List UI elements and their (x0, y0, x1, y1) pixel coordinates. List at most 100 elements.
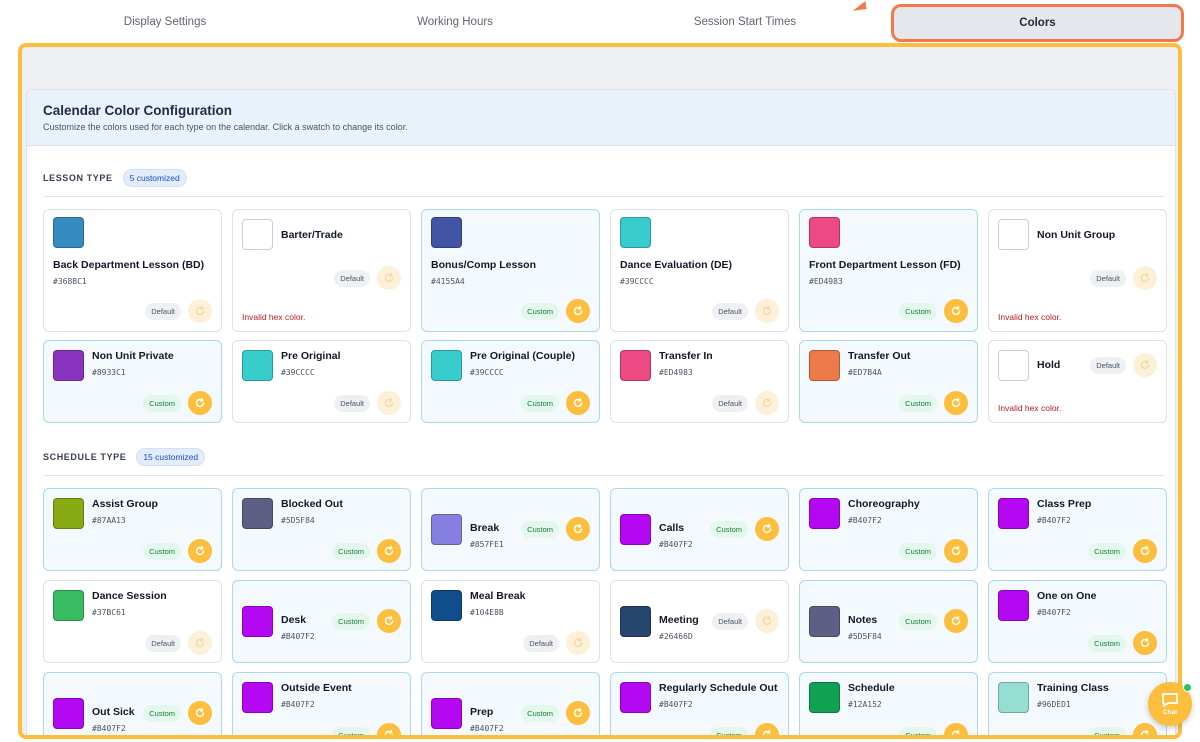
card-header: Calendar Color Configuration Customize t… (27, 90, 1175, 146)
color-swatch[interactable] (809, 498, 840, 529)
reset-button[interactable] (566, 701, 590, 725)
color-item-non-unit-group: Non Unit Group Invalid hex color. Default (988, 209, 1167, 332)
invalid-hex-message: Invalid hex color. (998, 312, 1062, 322)
color-swatch[interactable] (620, 217, 651, 248)
tab-display-settings[interactable]: Display Settings (20, 0, 310, 44)
reset-button[interactable] (755, 517, 779, 541)
color-swatch[interactable] (242, 219, 273, 250)
online-indicator (1183, 683, 1192, 692)
custom-badge: Custom (143, 705, 181, 722)
reset-button[interactable] (188, 701, 212, 725)
reset-icon (573, 707, 583, 718)
color-swatch[interactable] (431, 698, 462, 729)
reset-button[interactable] (377, 609, 401, 633)
reset-button[interactable] (377, 539, 401, 563)
color-swatch[interactable] (53, 590, 84, 621)
reset-button[interactable] (188, 539, 212, 563)
custom-badge: Custom (899, 727, 937, 735)
color-swatch[interactable] (998, 590, 1029, 621)
reset-button[interactable] (944, 723, 968, 735)
item-hex: #96DED1 (1037, 700, 1071, 709)
schedule-type-header: SCHEDULE TYPE 15 customized (43, 448, 206, 466)
color-swatch[interactable] (53, 217, 84, 248)
reset-button[interactable] (566, 391, 590, 415)
reset-icon (1140, 545, 1150, 556)
color-item-break: Break #857FE1 Custom (421, 488, 600, 571)
custom-badge: Custom (521, 395, 559, 412)
item-name: Back Department Lesson (BD) (53, 259, 205, 271)
color-swatch[interactable] (809, 606, 840, 637)
reset-icon (195, 637, 205, 648)
item-hex: #ED4983 (809, 277, 843, 286)
reset-button[interactable] (755, 723, 779, 735)
color-swatch[interactable] (431, 514, 462, 545)
reset-button[interactable] (566, 517, 590, 541)
item-name: Class Prep (1037, 498, 1092, 510)
reset-button[interactable] (944, 539, 968, 563)
tab-colors[interactable]: Colors (891, 4, 1184, 42)
item-name: Outside Event (281, 682, 352, 694)
color-swatch[interactable] (431, 350, 462, 381)
color-swatch[interactable] (620, 682, 651, 713)
reset-button[interactable] (1133, 723, 1157, 735)
color-swatch[interactable] (431, 217, 462, 248)
color-swatch[interactable] (998, 682, 1029, 713)
item-name: Barter/Trade (281, 229, 343, 241)
color-swatch[interactable] (998, 498, 1029, 529)
item-hex: #B407F2 (92, 724, 126, 733)
item-name: Pre Original (281, 350, 341, 362)
reset-button (755, 609, 779, 633)
color-swatch[interactable] (809, 350, 840, 381)
color-swatch[interactable] (620, 606, 651, 637)
tab-working-hours[interactable]: Working Hours (310, 0, 600, 44)
color-swatch[interactable] (242, 350, 273, 381)
item-hex: #B407F2 (470, 724, 504, 733)
custom-badge: Custom (521, 521, 559, 538)
item-name: Non Unit Group (1037, 229, 1116, 241)
reset-button[interactable] (944, 391, 968, 415)
color-swatch[interactable] (242, 498, 273, 529)
tab-session-start-times[interactable]: Session Start Times (600, 0, 890, 44)
default-badge: Default (712, 303, 748, 320)
color-swatch[interactable] (998, 350, 1029, 381)
reset-button (377, 266, 401, 290)
reset-button[interactable] (566, 299, 590, 323)
color-item-barter-trade: Barter/Trade Invalid hex color. Default (232, 209, 411, 332)
chat-button[interactable]: Chat (1148, 682, 1192, 726)
item-hex: #87AA13 (92, 516, 126, 525)
reset-button[interactable] (1133, 539, 1157, 563)
color-swatch[interactable] (53, 498, 84, 529)
item-name: Schedule (848, 682, 895, 694)
invalid-hex-message: Invalid hex color. (998, 403, 1062, 413)
color-swatch[interactable] (431, 590, 462, 621)
custom-badge: Custom (899, 395, 937, 412)
settings-tabs: Display Settings Working Hours Session S… (0, 0, 1200, 44)
item-name: Out Sick (92, 706, 135, 718)
color-swatch[interactable] (998, 219, 1029, 250)
color-swatch[interactable] (53, 698, 84, 729)
color-swatch[interactable] (809, 217, 840, 248)
color-swatch[interactable] (53, 350, 84, 381)
reset-icon (762, 523, 772, 534)
item-hex: #368BC1 (53, 277, 87, 286)
color-swatch[interactable] (620, 350, 651, 381)
color-item-hold: Hold Invalid hex color. Default (988, 340, 1167, 423)
default-badge: Default (145, 303, 181, 320)
reset-button[interactable] (1133, 631, 1157, 655)
reset-button[interactable] (944, 299, 968, 323)
reset-button[interactable] (944, 609, 968, 633)
color-item-transfer-out: Transfer Out #ED7B4A Custom (799, 340, 978, 423)
reset-button[interactable] (188, 391, 212, 415)
chat-label: Chat (1162, 709, 1178, 716)
reset-button[interactable] (377, 723, 401, 735)
color-item-dance-session: Dance Session #37BC61 Default (43, 580, 222, 663)
reset-button (188, 631, 212, 655)
default-badge: Default (523, 635, 559, 652)
color-swatch[interactable] (809, 682, 840, 713)
color-swatch[interactable] (620, 514, 651, 545)
reset-icon (762, 729, 772, 735)
item-name: Non Unit Private (92, 350, 174, 362)
item-name: Bonus/Comp Lesson (431, 259, 537, 271)
color-swatch[interactable] (242, 606, 273, 637)
color-swatch[interactable] (242, 682, 273, 713)
